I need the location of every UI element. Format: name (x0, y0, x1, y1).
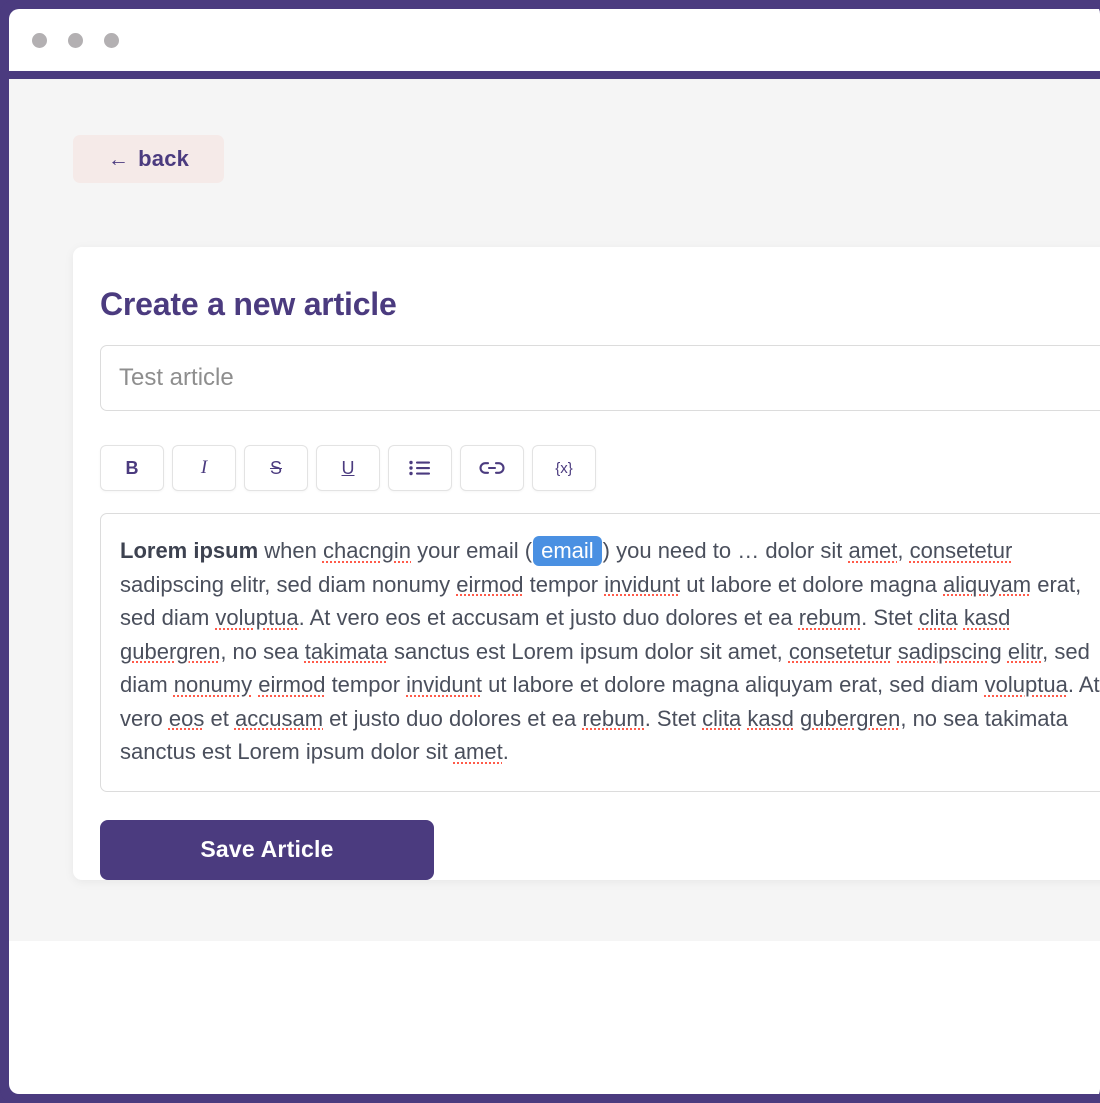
page-viewport: ← back Create a new article B I S U (9, 79, 1100, 1094)
editor-text: tempor (325, 672, 407, 698)
misspelled-word: eos (168, 705, 205, 731)
editor-text: when (258, 538, 323, 564)
misspelled-word: elitr (1007, 638, 1043, 664)
misspelled-word: takimata (304, 638, 388, 664)
misspelled-word: clita (702, 705, 742, 731)
strikethrough-button[interactable]: S (244, 445, 308, 492)
misspelled-word: eirmod (258, 672, 326, 698)
misspelled-word: gubergren (120, 638, 221, 664)
variable-icon: {x} (555, 459, 573, 477)
editor-text: your email ( (411, 538, 533, 564)
bullet-list-button[interactable] (388, 445, 452, 492)
variable-button[interactable]: {x} (532, 445, 596, 492)
misspelled-word: nonumy (173, 672, 253, 698)
editor-text: et justo duo dolores et ea (323, 705, 583, 731)
arrow-left-icon: ← (107, 147, 130, 171)
misspelled-word: amet (453, 739, 503, 765)
formatting-toolbar: B I S U {x} (100, 445, 1100, 492)
editor-bold-lead: Lorem ipsum (120, 538, 259, 564)
misspelled-word: chacngin (322, 538, 412, 564)
bold-icon: B (125, 457, 139, 478)
editor-text: . Stet (644, 705, 703, 731)
bullet-list-icon (409, 460, 431, 476)
underline-button[interactable]: U (316, 445, 380, 492)
browser-window: ← back Create a new article B I S U (0, 0, 1100, 1103)
bold-button[interactable]: B (100, 445, 164, 492)
misspelled-word: clita (918, 605, 958, 631)
save-article-button[interactable]: Save Article (100, 819, 434, 880)
misspelled-word: consetetur (788, 638, 892, 664)
misspelled-word: voluptua (984, 672, 1068, 698)
misspelled-word: kasd (747, 705, 794, 731)
editor-text: tempor (523, 571, 605, 597)
back-button[interactable]: ← back (73, 135, 224, 183)
window-close-dot[interactable] (32, 32, 47, 48)
browser-titlebar (9, 9, 1100, 71)
titlebar-divider (9, 71, 1100, 79)
editor-text: . At vero eos et accusam et justo duo do… (298, 605, 799, 631)
misspelled-word: accusam (234, 705, 324, 731)
misspelled-word: rebum (582, 705, 645, 731)
strikethrough-icon: S (269, 457, 282, 478)
misspelled-word: gubergren (800, 705, 901, 731)
variable-chip-email[interactable]: email (533, 536, 602, 567)
misspelled-word: eirmod (456, 571, 524, 597)
editor-text: . Stet (861, 605, 919, 631)
italic-icon: I (200, 457, 208, 479)
editor-text: sadipscing elitr, sed diam nonumy (120, 571, 457, 597)
back-button-label: back (138, 146, 190, 171)
editor-text: ) you need to … dolor sit (602, 538, 849, 564)
window-minimize-dot[interactable] (68, 32, 83, 48)
misspelled-word: invidunt (604, 571, 681, 597)
traffic-lights (32, 32, 119, 48)
misspelled-word: rebum (798, 605, 862, 631)
article-title-input[interactable] (100, 345, 1100, 412)
misspelled-word: sadipscing (897, 638, 1002, 664)
editor-text: et (204, 705, 235, 731)
misspelled-word: amet (848, 538, 898, 564)
misspelled-word: voluptua (215, 605, 299, 631)
misspelled-word: consetetur (909, 538, 1013, 564)
underline-icon: U (341, 457, 355, 478)
link-button[interactable] (460, 445, 524, 492)
misspelled-word: kasd (963, 605, 1011, 631)
editor-text: ut labore et dolore magna (680, 571, 944, 597)
editor-text: sanctus est Lorem ipsum dolor sit amet, (387, 638, 789, 664)
italic-button[interactable]: I (172, 445, 236, 492)
article-form-card: Create a new article B I S U (73, 247, 1100, 880)
link-icon (479, 460, 505, 476)
editor-text: , (897, 538, 910, 564)
editor-text: , no sea (220, 638, 305, 664)
editor-text: . (502, 739, 509, 765)
window-maximize-dot[interactable] (104, 32, 119, 48)
page-title: Create a new article (100, 286, 397, 322)
misspelled-word: invidunt (406, 672, 482, 698)
article-body-editor[interactable]: Lorem ipsum when chacngin your email (em… (100, 513, 1100, 792)
misspelled-word: aliquyam (943, 571, 1032, 597)
editor-text: ut labore et dolore magna aliquyam erat,… (482, 672, 985, 698)
